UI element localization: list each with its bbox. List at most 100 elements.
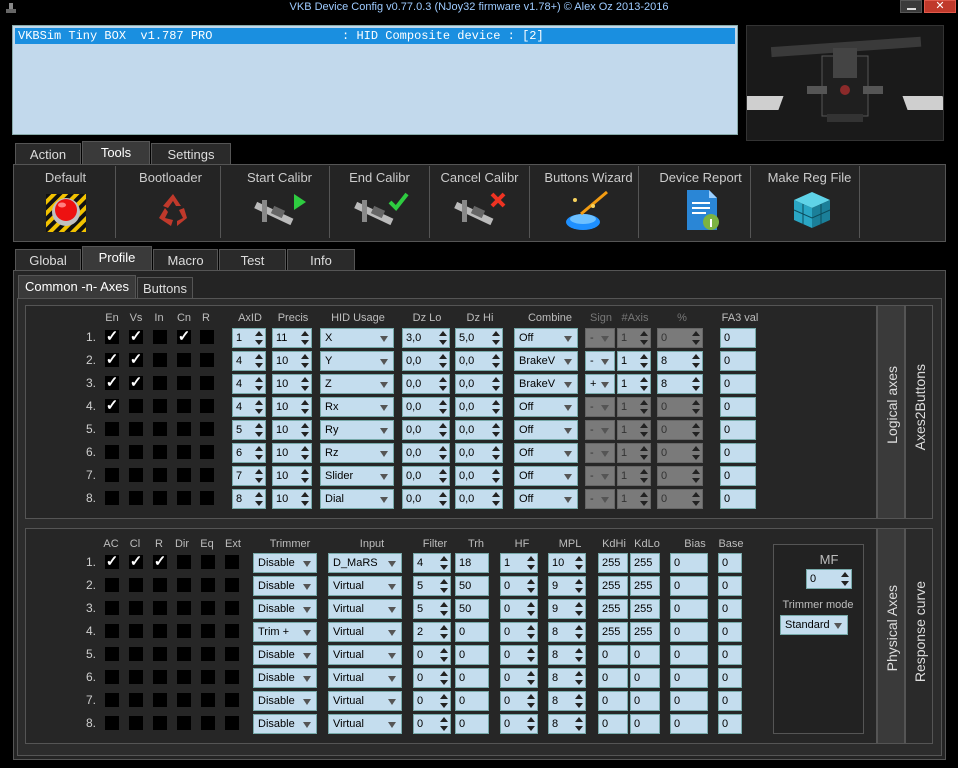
combine-select[interactable]: BrakeV — [514, 374, 578, 394]
sign-select[interactable]: - — [585, 420, 615, 440]
spinner-arrows-icon[interactable] — [527, 579, 535, 593]
trimmer-select[interactable]: Trim + — [253, 622, 317, 642]
checkbox-r[interactable] — [200, 445, 214, 459]
spinner-arrows-icon[interactable] — [255, 354, 263, 368]
checkbox-ext[interactable] — [225, 670, 239, 684]
input-select[interactable]: Virtual — [328, 622, 402, 642]
bias-field[interactable]: 0 — [670, 645, 708, 665]
checkbox-cn[interactable] — [177, 376, 191, 390]
spinner-arrows-icon[interactable] — [440, 556, 448, 570]
checkbox-r[interactable] — [153, 578, 167, 592]
dz-hi-spinner[interactable]: 0,0 — [455, 489, 503, 509]
spinner-arrows-icon[interactable] — [527, 648, 535, 662]
spinner-arrows-icon[interactable] — [527, 602, 535, 616]
sign-select[interactable]: - — [585, 397, 615, 417]
input-select[interactable]: Virtual — [328, 691, 402, 711]
spinner-arrows-icon[interactable] — [640, 354, 648, 368]
checkbox-cl[interactable] — [129, 647, 143, 661]
dz-hi-spinner[interactable]: 0,0 — [455, 420, 503, 440]
combine-select[interactable]: Off — [514, 397, 578, 417]
percent-spinner[interactable]: 0 — [657, 420, 703, 440]
checkbox-eq[interactable] — [201, 647, 215, 661]
fa3-val-field[interactable]: 0 — [720, 397, 756, 417]
buttons-wizard-button[interactable]: Buttons Wizard — [539, 166, 639, 238]
spinner-arrows-icon[interactable] — [692, 423, 700, 437]
mpl-spinner[interactable]: 9 — [548, 599, 586, 619]
combine-select[interactable]: Off — [514, 420, 578, 440]
precis-spinner[interactable]: 10 — [272, 397, 312, 417]
checkbox-eq[interactable] — [201, 601, 215, 615]
sign-select[interactable]: - — [585, 489, 615, 509]
checkbox-vs[interactable]: ✓ — [129, 352, 143, 367]
bootloader-button[interactable]: Bootloader — [121, 166, 221, 238]
checkbox-r[interactable] — [200, 422, 214, 436]
close-button[interactable]: ✕ — [924, 0, 956, 13]
hf-spinner[interactable]: 0 — [500, 576, 538, 596]
filter-spinner[interactable]: 5 — [413, 599, 451, 619]
spinner-arrows-icon[interactable] — [640, 492, 648, 506]
input-select[interactable]: Virtual — [328, 576, 402, 596]
fa3-val-field[interactable]: 0 — [720, 489, 756, 509]
trimmer-select[interactable]: Disable — [253, 576, 317, 596]
percent-spinner[interactable]: 0 — [657, 466, 703, 486]
checkbox-cl[interactable] — [129, 670, 143, 684]
default-button[interactable]: Default — [16, 166, 116, 238]
sign-select[interactable]: - — [585, 328, 615, 348]
spinner-arrows-icon[interactable] — [575, 579, 583, 593]
kdhi-field[interactable]: 255 — [598, 553, 628, 573]
sign-select[interactable]: - — [585, 351, 615, 371]
spinner-arrows-icon[interactable] — [440, 694, 448, 708]
spinner-arrows-icon[interactable] — [640, 400, 648, 414]
axid-spinner[interactable]: 4 — [232, 397, 266, 417]
spinner-arrows-icon[interactable] — [575, 625, 583, 639]
checkbox-cl[interactable]: ✓ — [129, 554, 143, 569]
tab-action[interactable]: Action — [15, 143, 81, 165]
hf-spinner[interactable]: 0 — [500, 622, 538, 642]
spinner-arrows-icon[interactable] — [439, 354, 447, 368]
combine-select[interactable]: Off — [514, 466, 578, 486]
kdlo-field[interactable]: 255 — [630, 599, 660, 619]
checkbox-vs[interactable] — [129, 422, 143, 436]
checkbox-vs[interactable]: ✓ — [129, 375, 143, 390]
bias-field[interactable]: 0 — [670, 691, 708, 711]
checkbox-cl[interactable] — [129, 601, 143, 615]
checkbox-eq[interactable] — [201, 693, 215, 707]
checkbox-in[interactable] — [153, 491, 167, 505]
spinner-arrows-icon[interactable] — [841, 572, 849, 586]
spinner-arrows-icon[interactable] — [439, 492, 447, 506]
combine-select[interactable]: BrakeV — [514, 351, 578, 371]
tab-info[interactable]: Info — [287, 249, 355, 271]
checkbox-in[interactable] — [153, 399, 167, 413]
spinner-arrows-icon[interactable] — [575, 648, 583, 662]
bias-field[interactable]: 0 — [670, 553, 708, 573]
checkbox-in[interactable] — [153, 468, 167, 482]
mpl-spinner[interactable]: 8 — [548, 668, 586, 688]
checkbox-cn[interactable]: ✓ — [177, 329, 191, 344]
trh-field[interactable]: 0 — [455, 714, 489, 734]
dz-lo-spinner[interactable]: 3,0 — [402, 328, 450, 348]
trimmer-select[interactable]: Disable — [253, 645, 317, 665]
checkbox-en[interactable]: ✓ — [105, 375, 119, 390]
dz-lo-spinner[interactable]: 0,0 — [402, 420, 450, 440]
combine-select[interactable]: Off — [514, 328, 578, 348]
checkbox-r[interactable] — [200, 468, 214, 482]
checkbox-ext[interactable] — [225, 601, 239, 615]
combine-select[interactable]: Off — [514, 443, 578, 463]
fa3-val-field[interactable]: 0 — [720, 351, 756, 371]
checkbox-cl[interactable] — [129, 578, 143, 592]
start-calibr-button[interactable]: Start Calibr — [230, 166, 330, 238]
naxis-spinner[interactable]: 1 — [617, 466, 651, 486]
tab-axes2buttons[interactable]: Axes2Buttons — [905, 305, 933, 519]
dz-hi-spinner[interactable]: 0,0 — [455, 443, 503, 463]
tab-response-curve[interactable]: Response curve — [905, 528, 933, 744]
tab-test[interactable]: Test — [219, 249, 286, 271]
percent-spinner[interactable]: 0 — [657, 328, 703, 348]
spinner-arrows-icon[interactable] — [640, 423, 648, 437]
percent-spinner[interactable]: 8 — [657, 351, 703, 371]
checkbox-dir[interactable] — [177, 601, 191, 615]
checkbox-ac[interactable] — [105, 624, 119, 638]
dz-lo-spinner[interactable]: 0,0 — [402, 374, 450, 394]
checkbox-ac[interactable] — [105, 601, 119, 615]
filter-spinner[interactable]: 0 — [413, 645, 451, 665]
hid-usage-select[interactable]: Slider — [320, 466, 394, 486]
